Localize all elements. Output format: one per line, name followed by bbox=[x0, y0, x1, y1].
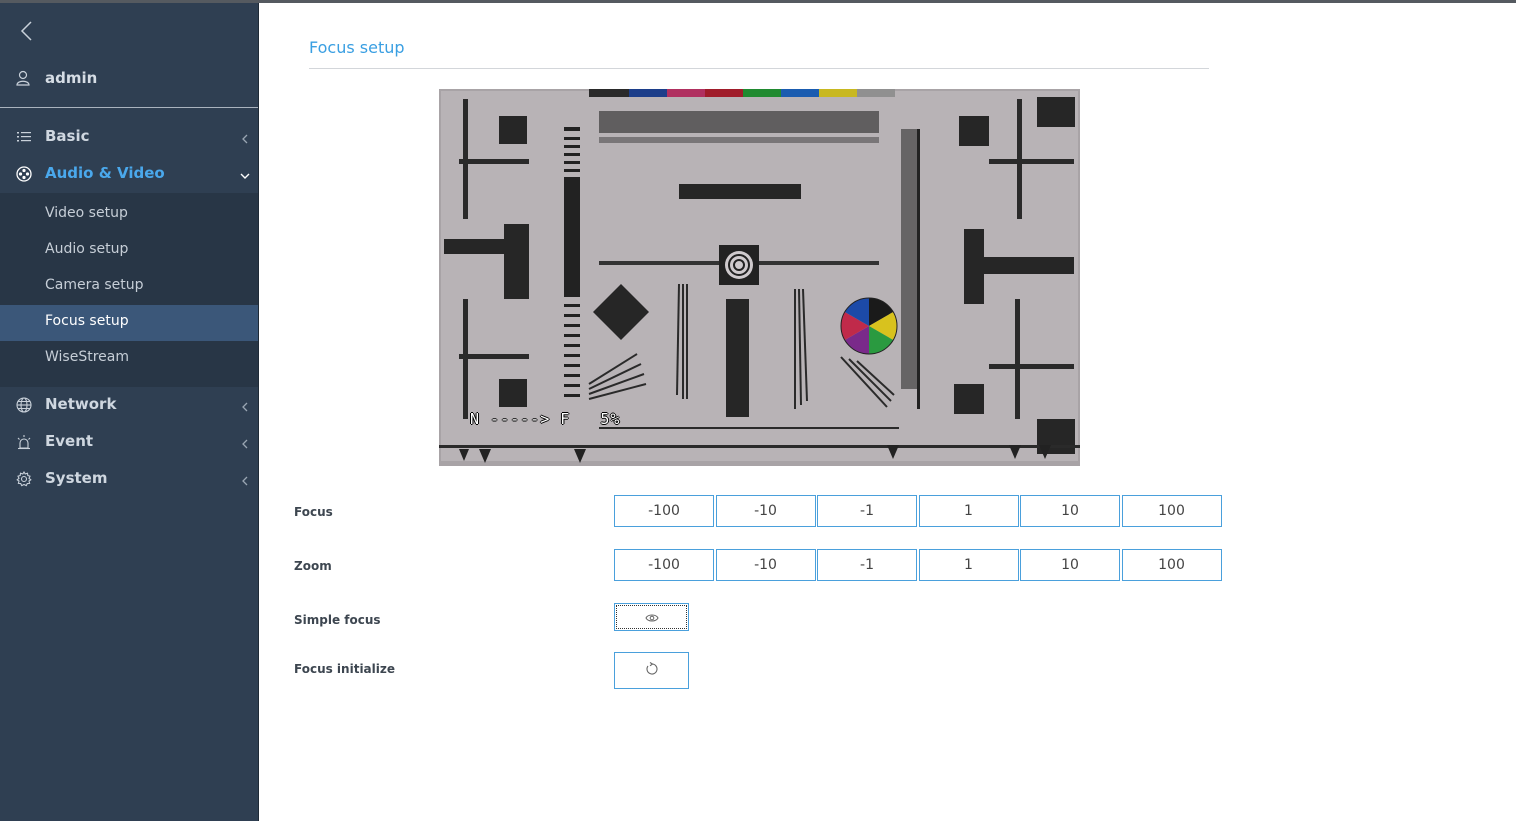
sidebar-item-wisestream[interactable]: WiseStream bbox=[0, 341, 258, 377]
sidebar-item-label: Audio setup bbox=[45, 241, 129, 257]
zoom-step-button[interactable]: -10 bbox=[715, 549, 816, 581]
sidebar-menu: Basic Audio & Video Video setup Audio se… bbox=[0, 119, 258, 498]
focus-step-buttons: -100 -10 -1 1 10 100 bbox=[614, 495, 1223, 527]
zoom-step-button[interactable]: -1 bbox=[817, 549, 917, 581]
gear-icon bbox=[16, 470, 32, 487]
menu-label-basic: Basic bbox=[45, 127, 90, 145]
user-info: admin bbox=[0, 61, 258, 101]
menu-item-basic[interactable]: Basic bbox=[0, 119, 258, 156]
sidebar-item-label: WiseStream bbox=[45, 349, 129, 365]
focus-step-button[interactable]: 1 bbox=[918, 495, 1019, 527]
reset-icon bbox=[645, 661, 659, 680]
globe-icon bbox=[16, 397, 32, 413]
user-icon bbox=[16, 70, 30, 86]
zoom-label: Zoom bbox=[294, 559, 332, 573]
sidebar-divider bbox=[0, 107, 258, 108]
menu-label-audio-video: Audio & Video bbox=[45, 164, 165, 182]
menu-label-network: Network bbox=[45, 395, 117, 413]
zoom-step-button[interactable]: 100 bbox=[1121, 549, 1222, 581]
list-icon bbox=[16, 129, 32, 145]
zoom-step-buttons: -100 -10 -1 1 10 100 bbox=[614, 549, 1223, 581]
simple-focus-button[interactable] bbox=[614, 603, 689, 631]
title-underline bbox=[309, 68, 1209, 69]
zoom-step-button[interactable]: 1 bbox=[918, 549, 1019, 581]
sidebar-item-label: Camera setup bbox=[45, 277, 144, 293]
sidebar-item-focus-setup[interactable]: Focus setup bbox=[0, 305, 258, 341]
focus-position-overlay: N -----> F 5% bbox=[470, 410, 621, 428]
focus-step-button[interactable]: 10 bbox=[1020, 495, 1120, 527]
menu-label-event: Event bbox=[45, 432, 94, 450]
sidebar-edge bbox=[258, 3, 259, 821]
menu-item-network[interactable]: Network bbox=[0, 387, 258, 424]
menu-label-system: System bbox=[45, 469, 108, 487]
focus-step-button[interactable]: 100 bbox=[1121, 495, 1222, 527]
focus-step-button[interactable]: -10 bbox=[715, 495, 816, 527]
username: admin bbox=[45, 69, 98, 87]
zoom-step-button[interactable]: -100 bbox=[614, 549, 714, 581]
sidebar-item-label: Focus setup bbox=[45, 313, 129, 329]
menu-item-event[interactable]: Event bbox=[0, 424, 258, 461]
chevron-left-icon bbox=[240, 398, 250, 412]
menu-item-audio-video[interactable]: Audio & Video bbox=[0, 156, 258, 193]
sidebar: admin Basic Audio & Video Video setup Au… bbox=[0, 3, 259, 821]
focus-step-button[interactable]: -1 bbox=[817, 495, 917, 527]
focus-initialize-button[interactable] bbox=[614, 652, 689, 689]
video-preview: N -----> F 5% bbox=[439, 89, 1080, 466]
chevron-left-icon bbox=[240, 472, 250, 486]
back-arrow-icon[interactable] bbox=[16, 19, 40, 43]
focus-initialize-label: Focus initialize bbox=[294, 662, 395, 676]
submenu-audio-video: Video setup Audio setup Camera setup Foc… bbox=[0, 193, 258, 387]
focus-label: Focus bbox=[294, 505, 333, 519]
simple-focus-label: Simple focus bbox=[294, 613, 381, 627]
focus-step-button[interactable]: -100 bbox=[614, 495, 714, 527]
sidebar-item-camera-setup[interactable]: Camera setup bbox=[0, 269, 258, 305]
sidebar-item-audio-setup[interactable]: Audio setup bbox=[0, 233, 258, 269]
menu-item-system[interactable]: System bbox=[0, 461, 258, 498]
eye-icon bbox=[644, 608, 659, 627]
sidebar-item-video-setup[interactable]: Video setup bbox=[0, 197, 258, 233]
sidebar-item-label: Video setup bbox=[45, 205, 128, 221]
chevron-down-icon bbox=[240, 167, 250, 179]
chevron-left-icon bbox=[240, 130, 250, 144]
alarm-light-icon bbox=[16, 434, 32, 450]
zoom-step-button[interactable]: 10 bbox=[1020, 549, 1120, 581]
chevron-left-icon bbox=[240, 435, 250, 449]
film-reel-icon bbox=[16, 166, 32, 182]
page-title: Focus setup bbox=[309, 38, 405, 57]
